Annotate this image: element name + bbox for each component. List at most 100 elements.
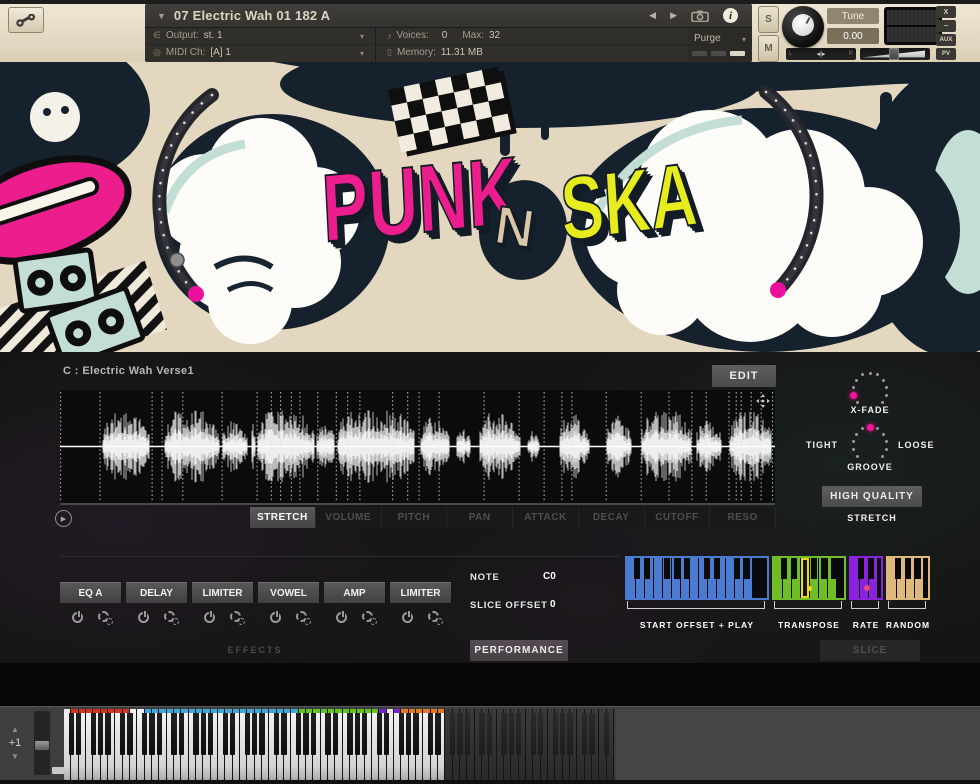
volume-fader-handle[interactable]: [889, 48, 899, 60]
piano-black-key[interactable]: [127, 713, 132, 755]
range-rate[interactable]: [849, 556, 883, 600]
range-black-key[interactable]: [915, 558, 921, 579]
tab-volume[interactable]: VOLUME: [316, 507, 382, 528]
range-black-key[interactable]: [674, 558, 680, 579]
piano-black-key[interactable]: [157, 713, 162, 755]
tab-attack[interactable]: ATTACK: [513, 507, 579, 528]
piano-black-key[interactable]: [355, 713, 360, 755]
tab-pitch[interactable]: PITCH: [382, 507, 448, 528]
piano-black-key[interactable]: [582, 713, 587, 755]
snapshot-camera-icon[interactable]: [691, 10, 709, 22]
fx-power-icon[interactable]: [336, 612, 347, 623]
piano-black-key[interactable]: [538, 713, 543, 755]
piano-black-key[interactable]: [76, 713, 81, 755]
piano-black-key[interactable]: [428, 713, 433, 755]
fx-slot-button-limiter[interactable]: LIMITER: [390, 582, 451, 603]
range-black-key[interactable]: [868, 558, 874, 579]
range-black-key[interactable]: [734, 558, 740, 579]
piano-black-key[interactable]: [399, 713, 404, 755]
range-transpose[interactable]: [772, 556, 846, 600]
piano-black-key[interactable]: [589, 713, 594, 755]
range-black-key[interactable]: [634, 558, 640, 579]
piano-black-key[interactable]: [406, 713, 411, 755]
performance-button[interactable]: PERFORMANCE: [470, 640, 568, 661]
range-black-key[interactable]: [811, 558, 817, 579]
collapse-caret-icon[interactable]: ▼: [157, 11, 166, 21]
edit-wrench-button[interactable]: [8, 7, 44, 33]
tune-knob[interactable]: [782, 6, 824, 48]
piano-black-key[interactable]: [516, 713, 521, 755]
range-black-key[interactable]: [905, 558, 911, 579]
solo-button[interactable]: S: [758, 6, 779, 33]
purge-label[interactable]: Purge: [694, 33, 721, 44]
piano-black-key[interactable]: [69, 713, 74, 755]
keyboard-scroll-slider[interactable]: [34, 711, 50, 775]
piano-black-key[interactable]: [413, 713, 418, 755]
piano-black-key[interactable]: [553, 713, 558, 755]
slice-button[interactable]: SLICE: [820, 640, 920, 661]
piano-black-key[interactable]: [120, 713, 125, 755]
range-black-key[interactable]: [781, 558, 787, 579]
output-selector[interactable]: ∈ Output:st. 1: [153, 30, 223, 41]
piano-black-key[interactable]: [149, 713, 154, 755]
keyboard-scroll-handle[interactable]: [35, 741, 49, 750]
range-black-key[interactable]: [664, 558, 670, 579]
slice-offset-value[interactable]: 0: [550, 599, 556, 610]
left-arc-pink-dot[interactable]: [188, 286, 204, 302]
piano-black-key[interactable]: [259, 713, 264, 755]
instrument-title[interactable]: 07 Electric Wah 01 182 A: [174, 8, 330, 23]
groove-knob[interactable]: [846, 420, 894, 468]
next-instrument-arrow[interactable]: ▶: [670, 10, 677, 21]
output-caret-icon[interactable]: ▾: [360, 32, 364, 41]
tab-stretch[interactable]: STRETCH: [250, 507, 316, 528]
edit-button[interactable]: EDIT: [712, 365, 776, 387]
piano-black-key[interactable]: [179, 713, 184, 755]
piano-black-key[interactable]: [105, 713, 110, 755]
piano-black-key[interactable]: [281, 713, 286, 755]
right-arc-pink-dot[interactable]: [770, 282, 786, 298]
piano-black-key[interactable]: [531, 713, 536, 755]
piano-black-key[interactable]: [333, 713, 338, 755]
range-black-key[interactable]: [821, 558, 827, 579]
range-random[interactable]: [886, 556, 930, 600]
range-black-key[interactable]: [791, 558, 797, 579]
fx-power-icon[interactable]: [138, 612, 149, 623]
piano-black-key[interactable]: [296, 713, 301, 755]
piano-black-key[interactable]: [435, 713, 440, 755]
piano-black-key[interactable]: [362, 713, 367, 755]
range-black-key[interactable]: [895, 558, 901, 579]
fx-power-icon[interactable]: [72, 612, 83, 623]
piano-black-key[interactable]: [223, 713, 228, 755]
piano-black-key[interactable]: [193, 713, 198, 755]
range-black-key[interactable]: [684, 558, 690, 579]
fx-slot-button-vowel[interactable]: VOWEL: [258, 582, 319, 603]
piano-black-key[interactable]: [91, 713, 96, 755]
piano-black-key[interactable]: [230, 713, 235, 755]
piano-black-key[interactable]: [171, 713, 176, 755]
midi-caret-icon[interactable]: ▾: [360, 49, 364, 58]
range-key[interactable]: [690, 558, 699, 598]
piano-black-key[interactable]: [311, 713, 316, 755]
range-key[interactable]: [654, 558, 663, 598]
range-black-key[interactable]: [714, 558, 720, 579]
piano-black-key[interactable]: [252, 713, 257, 755]
piano-black-key[interactable]: [98, 713, 103, 755]
range-black-key[interactable]: [644, 558, 650, 579]
high-quality-button[interactable]: HIGH QUALITY: [822, 486, 922, 507]
prev-instrument-arrow[interactable]: ◀: [649, 10, 656, 21]
piano-black-key[interactable]: [560, 713, 565, 755]
piano-black-key[interactable]: [142, 713, 147, 755]
info-icon[interactable]: i: [723, 8, 738, 23]
piano-black-key[interactable]: [450, 713, 455, 755]
range-black-key[interactable]: [831, 558, 837, 579]
piano-black-key[interactable]: [567, 713, 572, 755]
tab-pan[interactable]: PAN: [447, 507, 513, 528]
volume-fader[interactable]: [860, 48, 930, 60]
piano-black-key[interactable]: [457, 713, 462, 755]
pan-slider[interactable]: L ◂|▸ R: [786, 48, 856, 60]
piano-black-key[interactable]: [465, 713, 470, 755]
piano-black-key[interactable]: [201, 713, 206, 755]
range-black-key[interactable]: [704, 558, 710, 579]
tab-decay[interactable]: DECAY: [579, 507, 645, 528]
fx-slot-button-limiter[interactable]: LIMITER: [192, 582, 253, 603]
